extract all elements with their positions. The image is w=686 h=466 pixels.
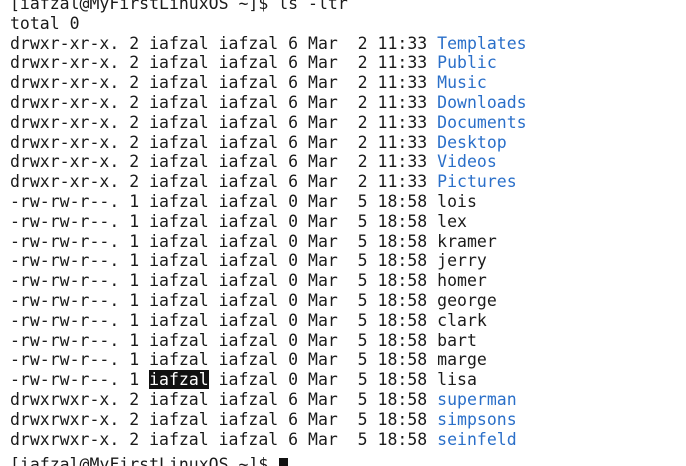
entry-metadata: drwxr-xr-x. 2 iafzal iafzal 6 Mar 2 11:3…: [10, 152, 438, 172]
directory-name: simpsons: [437, 409, 517, 429]
directory-name: superman: [437, 389, 517, 409]
entry-metadata: drwxr-xr-x. 2 iafzal iafzal 6 Mar 2 11:3…: [10, 132, 438, 152]
entry-metadata: -rw-rw-r--. 1 iafzal iafzal 0 Mar 5 18:5…: [10, 191, 438, 211]
shell-prompt: [iafzal@MyFirstLinuxOS ~]$: [10, 0, 269, 13]
listing-row: -rw-rw-r--. 1 iafzal iafzal 0 Mar 5 18:5…: [10, 350, 527, 370]
command-text: ls -ltr: [268, 0, 348, 13]
text-cursor: [279, 457, 289, 466]
entry-metadata: -rw-rw-r--. 1 iafzal iafzal 0 Mar 5 18:5…: [10, 330, 438, 350]
terminal-output: [iafzal@MyFirstLinuxOS ~]$ ls -ltr total…: [10, 0, 527, 449]
listing-row: -rw-rw-r--. 1 iafzal iafzal 0 Mar 5 18:5…: [10, 331, 527, 351]
file-name: kramer: [437, 231, 497, 251]
listing-row: -rw-rw-r--. 1 iafzal iafzal 0 Mar 5 18:5…: [10, 251, 527, 271]
entry-metadata: iafzal 0 Mar 5 18:58: [208, 370, 438, 390]
entry-metadata: -rw-rw-r--. 1 iafzal iafzal 0 Mar 5 18:5…: [10, 271, 438, 291]
entry-metadata: drwxrwxr-x. 2 iafzal iafzal 6 Mar 5 18:5…: [10, 409, 438, 429]
directory-name: Pictures: [437, 172, 517, 192]
file-name: marge: [437, 350, 487, 370]
file-name: jerry: [437, 251, 487, 271]
listing-row: drwxrwxr-x. 2 iafzal iafzal 6 Mar 5 18:5…: [10, 410, 527, 430]
entry-metadata: drwxr-xr-x. 2 iafzal iafzal 6 Mar 2 11:3…: [10, 73, 438, 93]
entry-metadata: -rw-rw-r--. 1 iafzal iafzal 0 Mar 5 18:5…: [10, 251, 438, 271]
listing-row: drwxrwxr-x. 2 iafzal iafzal 6 Mar 5 18:5…: [10, 430, 527, 450]
entry-metadata: drwxr-xr-x. 2 iafzal iafzal 6 Mar 2 11:3…: [10, 53, 438, 73]
entry-metadata: -rw-rw-r--. 1 iafzal iafzal 0 Mar 5 18:5…: [10, 290, 438, 310]
entry-metadata: -rw-rw-r--. 1 iafzal iafzal 0 Mar 5 18:5…: [10, 310, 438, 330]
listing-row: drwxr-xr-x. 2 iafzal iafzal 6 Mar 2 11:3…: [10, 34, 527, 54]
directory-name: Templates: [437, 33, 527, 53]
file-name: lisa: [437, 370, 477, 390]
file-name: bart: [437, 330, 477, 350]
directory-name: Downloads: [437, 92, 527, 112]
file-name: george: [437, 290, 497, 310]
directory-name: seinfeld: [437, 429, 517, 449]
entry-metadata: drwxr-xr-x. 2 iafzal iafzal 6 Mar 2 11:3…: [10, 112, 438, 132]
listing-row: drwxr-xr-x. 2 iafzal iafzal 6 Mar 2 11:3…: [10, 152, 527, 172]
listing-row: drwxr-xr-x. 2 iafzal iafzal 6 Mar 2 11:3…: [10, 172, 527, 192]
active-prompt-line[interactable]: [iafzal@MyFirstLinuxOS ~]$: [10, 455, 289, 466]
directory-name: Music: [437, 73, 487, 93]
listing-row: -rw-rw-r--. 1 iafzal iafzal 0 Mar 5 18:5…: [10, 232, 527, 252]
listing-row: -rw-rw-r--. 1 iafzal iafzal 0 Mar 5 18:5…: [10, 192, 527, 212]
selected-text-highlight[interactable]: iafzal: [149, 370, 209, 390]
shell-prompt: [iafzal@MyFirstLinuxOS ~]$: [10, 455, 279, 466]
listing-row: drwxrwxr-x. 2 iafzal iafzal 6 Mar 5 18:5…: [10, 390, 527, 410]
entry-metadata: -rw-rw-r--. 1 iafzal iafzal 0 Mar 5 18:5…: [10, 350, 438, 370]
listing-row: -rw-rw-r--. 1 iafzal iafzal 0 Mar 5 18:5…: [10, 212, 527, 232]
listing-row: drwxr-xr-x. 2 iafzal iafzal 6 Mar 2 11:3…: [10, 113, 527, 133]
listing-row: drwxr-xr-x. 2 iafzal iafzal 6 Mar 2 11:3…: [10, 53, 527, 73]
entry-metadata: drwxr-xr-x. 2 iafzal iafzal 6 Mar 2 11:3…: [10, 92, 438, 112]
file-name: clark: [437, 310, 487, 330]
file-name: homer: [437, 271, 487, 291]
entry-metadata: drwxr-xr-x. 2 iafzal iafzal 6 Mar 2 11:3…: [10, 33, 438, 53]
listing-row: drwxr-xr-x. 2 iafzal iafzal 6 Mar 2 11:3…: [10, 73, 527, 93]
listing-row: drwxr-xr-x. 2 iafzal iafzal 6 Mar 2 11:3…: [10, 133, 527, 153]
entry-metadata: -rw-rw-r--. 1 iafzal iafzal 0 Mar 5 18:5…: [10, 231, 438, 251]
file-name: lex: [437, 211, 467, 231]
entry-metadata: drwxr-xr-x. 2 iafzal iafzal 6 Mar 2 11:3…: [10, 172, 438, 192]
command-line: [iafzal@MyFirstLinuxOS ~]$ ls -ltr: [10, 0, 527, 14]
listing-row: -rw-rw-r--. 1 iafzal iafzal 0 Mar 5 18:5…: [10, 291, 527, 311]
listing-row: drwxr-xr-x. 2 iafzal iafzal 6 Mar 2 11:3…: [10, 93, 527, 113]
entry-metadata: -rw-rw-r--. 1 iafzal iafzal 0 Mar 5 18:5…: [10, 211, 438, 231]
directory-name: Documents: [437, 112, 527, 132]
directory-name: Public: [437, 53, 497, 73]
entry-metadata: -rw-rw-r--. 1: [10, 370, 150, 390]
listing-row: -rw-rw-r--. 1 iafzal iafzal 0 Mar 5 18:5…: [10, 311, 527, 331]
listing-row: -rw-rw-r--. 1 iafzal iafzal 0 Mar 5 18:5…: [10, 370, 527, 390]
entry-metadata: drwxrwxr-x. 2 iafzal iafzal 6 Mar 5 18:5…: [10, 429, 438, 449]
file-name: lois: [437, 191, 477, 211]
directory-name: Videos: [437, 152, 497, 172]
listing-row: -rw-rw-r--. 1 iafzal iafzal 0 Mar 5 18:5…: [10, 271, 527, 291]
terminal-window[interactable]: [iafzal@MyFirstLinuxOS ~]$ ls -ltr total…: [0, 0, 686, 466]
total-line: total 0: [10, 13, 80, 33]
directory-name: Desktop: [437, 132, 507, 152]
entry-metadata: drwxrwxr-x. 2 iafzal iafzal 6 Mar 5 18:5…: [10, 389, 438, 409]
